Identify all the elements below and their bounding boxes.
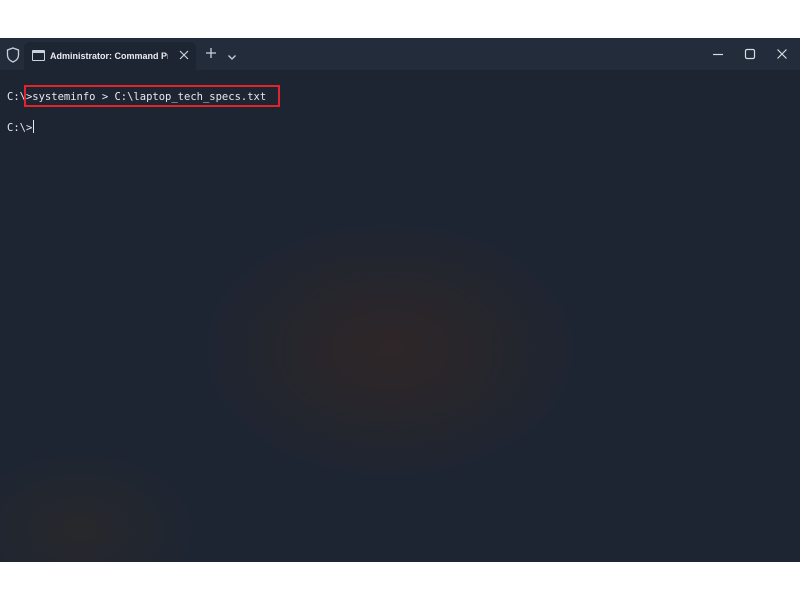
close-window-button[interactable] [772, 45, 792, 63]
tab-command-prompt[interactable]: Administrator: Command Pro [24, 42, 196, 70]
new-tab-button[interactable] [204, 47, 218, 63]
title-bar[interactable]: Administrator: Command Pro [0, 38, 800, 70]
prompt-text: C:\> [7, 122, 33, 134]
command-line-2[interactable]: C:\> [7, 120, 35, 135]
minimize-button[interactable] [708, 45, 728, 63]
shield-icon [6, 47, 20, 63]
maximize-icon [744, 48, 756, 60]
minimize-icon [713, 53, 723, 56]
command-highlight-box [24, 85, 280, 107]
terminal-window: Administrator: Command Pro C:\>systeminf… [0, 38, 800, 562]
terminal-output[interactable]: C:\>systeminfo > C:\laptop_tech_specs.tx… [0, 70, 800, 562]
close-icon [777, 49, 787, 59]
chevron-down-icon [228, 55, 236, 60]
plus-icon [206, 48, 216, 58]
terminal-icon [32, 50, 45, 61]
tab-dropdown-button[interactable] [226, 48, 240, 62]
close-tab-button[interactable] [177, 47, 191, 63]
maximize-button[interactable] [740, 45, 760, 63]
tab-title: Administrator: Command Pro [50, 51, 168, 61]
close-icon [179, 50, 189, 60]
text-cursor [33, 120, 35, 133]
